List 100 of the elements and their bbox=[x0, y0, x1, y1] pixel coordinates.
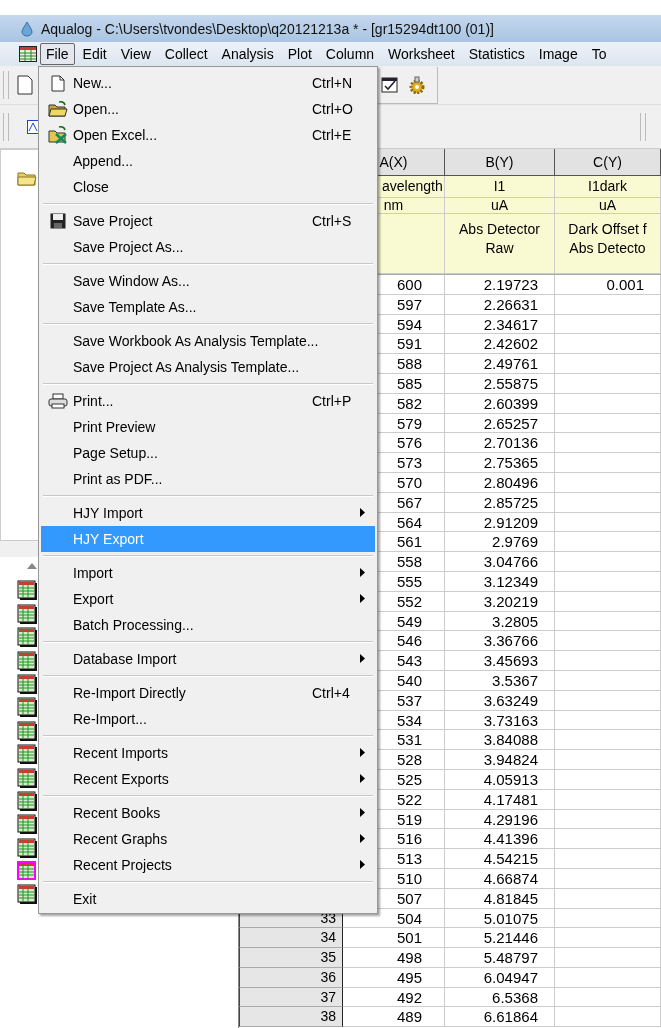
table-cell: 6.61864 bbox=[445, 1007, 555, 1028]
table-cell: 2.34617 bbox=[445, 314, 555, 335]
graph-icon[interactable] bbox=[27, 119, 39, 134]
submenu-arrow-icon bbox=[360, 654, 365, 663]
table-cell: 3.20219 bbox=[445, 591, 555, 612]
document-icon[interactable] bbox=[17, 75, 33, 95]
table-cell: 6.04947 bbox=[445, 967, 555, 988]
worksheet-icon[interactable] bbox=[19, 46, 37, 62]
table-cell: 5.21446 bbox=[445, 928, 555, 949]
table-cell: 3.12349 bbox=[445, 571, 555, 592]
workbook-icon[interactable] bbox=[17, 814, 37, 835]
column-header[interactable]: C(Y) bbox=[555, 149, 661, 176]
water-drop-icon bbox=[19, 20, 35, 37]
workbook-icon[interactable] bbox=[17, 837, 37, 858]
document-icon bbox=[51, 74, 65, 92]
table-cell: 4.66874 bbox=[445, 868, 555, 889]
menu-bar-item[interactable]: Worksheet bbox=[382, 43, 461, 65]
row-header[interactable]: 37 bbox=[239, 987, 343, 1008]
menu-bar-item[interactable]: Plot bbox=[281, 43, 318, 65]
workbook-icon[interactable] bbox=[17, 790, 37, 811]
workbook-icon[interactable] bbox=[17, 673, 37, 694]
workbook-icon[interactable] bbox=[17, 884, 37, 905]
workbook-icon[interactable] bbox=[17, 720, 37, 741]
workbook-icon[interactable] bbox=[17, 697, 37, 718]
menu-bar-item[interactable]: Edit bbox=[76, 43, 113, 65]
submenu-arrow-icon bbox=[360, 834, 365, 843]
menu-bar-item[interactable]: Collect bbox=[158, 43, 214, 65]
table-cell: 489 bbox=[343, 1007, 445, 1028]
menu-bar-item[interactable]: Image bbox=[532, 43, 584, 65]
row-header[interactable]: 38 bbox=[239, 1007, 343, 1028]
table-cell: 2.49761 bbox=[445, 354, 555, 374]
comment-cell: Abs Detector Raw bbox=[445, 214, 555, 274]
table-cell: 2.91209 bbox=[445, 512, 555, 533]
folder-icon[interactable] bbox=[17, 170, 37, 186]
gear-icon[interactable] bbox=[407, 75, 427, 94]
workbook-icon[interactable] bbox=[17, 767, 37, 788]
table-cell: 4.54215 bbox=[445, 849, 555, 869]
table-cell: 5.48797 bbox=[445, 948, 555, 968]
table-cell: 3.45693 bbox=[445, 651, 555, 671]
row-header[interactable]: 35 bbox=[239, 948, 343, 968]
long-name-cell: I1 bbox=[445, 176, 555, 198]
submenu-arrow-icon bbox=[360, 748, 365, 757]
units-cell: uA bbox=[555, 198, 661, 214]
notepad-icon[interactable] bbox=[381, 75, 399, 94]
workbook-icon[interactable] bbox=[17, 627, 37, 648]
table-cell: 3.63249 bbox=[445, 690, 555, 711]
table-cell: 498 bbox=[343, 948, 445, 968]
row-header[interactable]: 36 bbox=[239, 967, 343, 988]
table-cell: 2.42602 bbox=[445, 334, 555, 355]
workbook-icon[interactable] bbox=[17, 744, 37, 765]
row-header[interactable]: 34 bbox=[239, 928, 343, 949]
table-cell: 2.80496 bbox=[445, 472, 555, 493]
scroll-up-icon[interactable] bbox=[27, 563, 37, 569]
table-cell: 4.17481 bbox=[445, 789, 555, 810]
menu-bar-item[interactable]: File bbox=[40, 43, 75, 65]
workbook-icon[interactable] bbox=[17, 580, 37, 601]
units-cell: uA bbox=[445, 198, 555, 214]
table-cell: 2.65257 bbox=[445, 413, 555, 434]
submenu-arrow-icon bbox=[360, 594, 365, 603]
table-cell: 2.19723 bbox=[445, 275, 555, 295]
table-cell: 2.9769 bbox=[445, 532, 555, 553]
table-cell: 3.04766 bbox=[445, 552, 555, 572]
menu-bar-item[interactable]: Analysis bbox=[215, 43, 280, 65]
folder-icon bbox=[48, 101, 68, 117]
table-cell: 5.01075 bbox=[445, 908, 555, 929]
table-cell: 6.5368 bbox=[445, 987, 555, 1008]
table-cell: 492 bbox=[343, 987, 445, 1008]
menu-bar-item[interactable]: Column bbox=[319, 43, 381, 65]
long-name-cell: I1dark bbox=[555, 176, 661, 198]
menu-item[interactable]: Open... Ctrl+O bbox=[41, 96, 375, 122]
workbook-icon[interactable] bbox=[17, 650, 37, 671]
table-cell: 4.81845 bbox=[445, 888, 555, 909]
menu-item[interactable]: Save Project As... bbox=[41, 234, 375, 260]
printer-icon bbox=[48, 393, 68, 409]
submenu-arrow-icon bbox=[360, 508, 365, 517]
column-header[interactable]: B(Y) bbox=[445, 149, 555, 176]
table-cell: 4.05913 bbox=[445, 769, 555, 790]
submenu-arrow-icon bbox=[360, 568, 365, 577]
table-cell: 2.70136 bbox=[445, 433, 555, 454]
menu-bar-item[interactable]: To bbox=[585, 43, 613, 65]
submenu-arrow-icon bbox=[360, 860, 365, 869]
table-cell: 495 bbox=[343, 967, 445, 988]
table-cell: 4.29196 bbox=[445, 809, 555, 830]
table-cell: 2.26631 bbox=[445, 294, 555, 315]
spreadsheet-icon bbox=[48, 126, 68, 144]
table-cell: 2.75365 bbox=[445, 453, 555, 473]
table-cell: 0.001 bbox=[555, 275, 661, 295]
submenu-arrow-icon bbox=[360, 808, 365, 817]
menu-bar-item[interactable]: View bbox=[114, 43, 157, 65]
window-title: Aqualog - C:\Users\tvondes\Desktop\q20121213a * - [gr15294dt100 (01)] bbox=[41, 20, 494, 37]
table-cell: 2.60399 bbox=[445, 393, 555, 414]
workbook-icon[interactable] bbox=[17, 603, 37, 624]
table-cell: 4.41396 bbox=[445, 829, 555, 850]
table-cell: 2.85725 bbox=[445, 492, 555, 513]
menu-bar-item[interactable]: Statistics bbox=[462, 43, 531, 65]
table-cell: 3.5367 bbox=[445, 670, 555, 691]
comment-cell: Dark Offset f Abs Detecto bbox=[555, 214, 661, 274]
table-cell: 3.94824 bbox=[445, 750, 555, 770]
table-cell: 3.73163 bbox=[445, 710, 555, 731]
table-cell: 501 bbox=[343, 928, 445, 949]
